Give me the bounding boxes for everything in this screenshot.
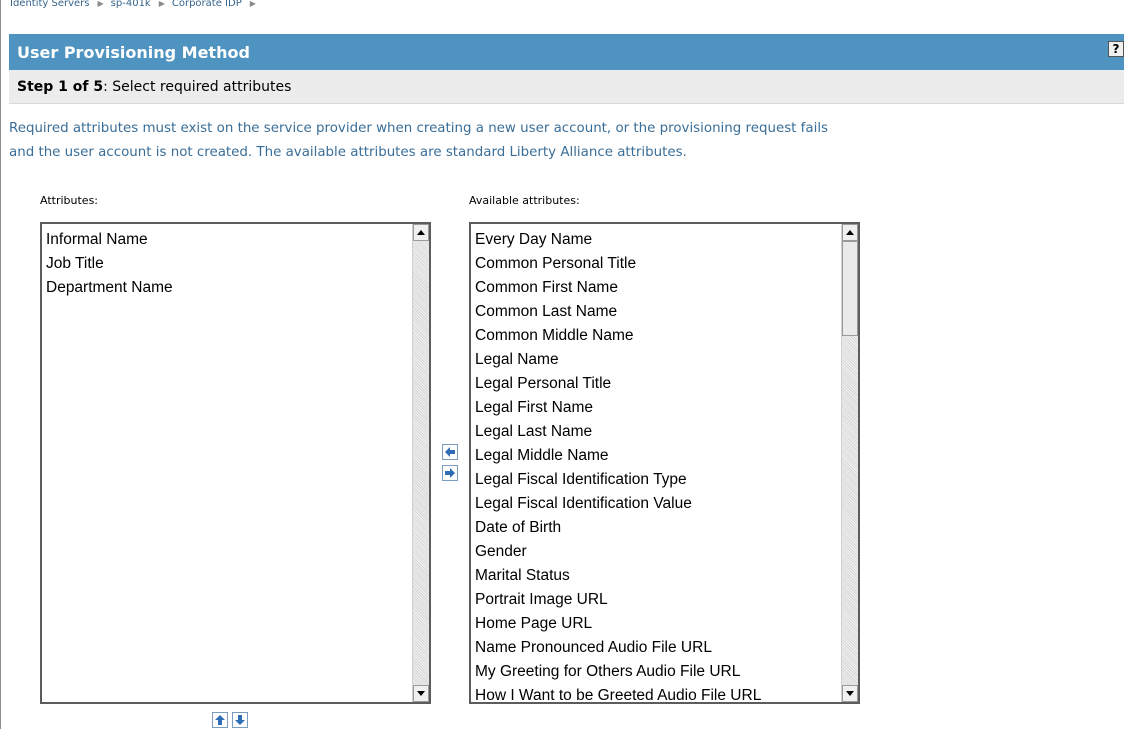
attribute-option[interactable]: Department Name — [46, 276, 429, 300]
available-attribute-option[interactable]: Date of Birth — [475, 516, 858, 540]
add-attribute-button[interactable] — [442, 444, 458, 460]
available-attribute-option[interactable]: Legal Name — [475, 348, 858, 372]
left-border — [0, 0, 1, 729]
arrow-down-icon — [235, 715, 245, 725]
arrow-left-icon — [445, 447, 455, 457]
attributes-label: Attributes: — [40, 194, 99, 207]
breadcrumb-item-corporate-idp[interactable]: Corporate IDP — [172, 0, 242, 9]
attributes-listbox[interactable]: Informal Name Job Title Department Name — [40, 222, 431, 704]
available-attribute-option[interactable]: How I Want to be Greeted Audio File URL — [475, 684, 858, 708]
help-button[interactable]: ? — [1108, 41, 1124, 57]
available-attributes-label: Available attributes: — [469, 194, 580, 207]
available-attribute-option[interactable]: Common Last Name — [475, 300, 858, 324]
step-number: Step 1 of 5 — [17, 78, 104, 95]
scroll-down-icon — [417, 691, 425, 696]
attribute-option[interactable]: Job Title — [46, 252, 429, 276]
available-attribute-option[interactable]: Every Day Name — [475, 228, 858, 252]
available-attribute-option[interactable]: Common Middle Name — [475, 324, 858, 348]
scroll-up-icon — [846, 230, 854, 235]
instructions-line-2: and the user account is not created. The… — [9, 145, 687, 160]
scroll-up-button[interactable] — [413, 224, 429, 241]
instructions-line-1: Required attributes must exist on the se… — [9, 121, 829, 136]
available-attribute-option[interactable]: Portrait Image URL — [475, 588, 858, 612]
move-up-button[interactable] — [212, 712, 228, 728]
breadcrumb-separator-icon: ▶ — [158, 0, 165, 8]
available-attribute-option[interactable]: Legal Fiscal Identification Type — [475, 468, 858, 492]
step-indicator: Step 1 of 5 : Select required attributes — [9, 70, 1124, 104]
available-attribute-option[interactable]: Legal Last Name — [475, 420, 858, 444]
arrow-right-icon — [445, 468, 455, 478]
available-attribute-option[interactable]: Common Personal Title — [475, 252, 858, 276]
scroll-down-icon — [846, 691, 854, 696]
attributes-list: Informal Name Job Title Department Name — [42, 224, 429, 300]
scroll-down-button[interactable] — [413, 685, 429, 702]
available-attribute-option[interactable]: Legal Fiscal Identification Value — [475, 492, 858, 516]
help-icon: ? — [1112, 42, 1120, 56]
available-attribute-option[interactable]: Marital Status — [475, 564, 858, 588]
available-attribute-option[interactable]: Gender — [475, 540, 858, 564]
scroll-down-button[interactable] — [842, 685, 858, 702]
instructions-text: Required attributes must exist on the se… — [9, 117, 1119, 165]
breadcrumb-item-identity-servers[interactable]: Identity Servers — [10, 0, 90, 9]
breadcrumb: Identity Servers ▶ sp-401k ▶ Corporate I… — [10, 0, 263, 10]
scroll-thumb[interactable] — [842, 241, 858, 336]
available-attributes-scrollbar[interactable] — [841, 224, 858, 702]
available-attributes-list: Every Day Name Common Personal Title Commo… — [471, 224, 858, 708]
arrow-up-icon — [215, 715, 225, 725]
step-description: : Select required attributes — [103, 78, 292, 95]
scroll-up-button[interactable] — [842, 224, 858, 241]
scroll-up-icon — [417, 230, 425, 235]
attributes-scrollbar[interactable] — [412, 224, 429, 702]
available-attribute-option[interactable]: Legal First Name — [475, 396, 858, 420]
available-attribute-option[interactable]: Legal Personal Title — [475, 372, 858, 396]
breadcrumb-separator-icon: ▶ — [249, 0, 256, 8]
available-attributes-listbox[interactable]: Every Day Name Common Personal Title Commo… — [469, 222, 860, 704]
remove-attribute-button[interactable] — [442, 465, 458, 481]
available-attribute-option[interactable]: Home Page URL — [475, 612, 858, 636]
available-attribute-option[interactable]: My Greeting for Others Audio File URL — [475, 660, 858, 684]
breadcrumb-separator-icon: ▶ — [97, 0, 104, 8]
breadcrumb-item-sp-401k[interactable]: sp-401k — [111, 0, 151, 9]
page-title: User Provisioning Method — [17, 42, 250, 62]
move-down-button[interactable] — [232, 712, 248, 728]
page-header: User Provisioning Method ? — [9, 34, 1124, 70]
attribute-option[interactable]: Informal Name — [46, 228, 429, 252]
available-attribute-option[interactable]: Name Pronounced Audio File URL — [475, 636, 858, 660]
available-attribute-option[interactable]: Common First Name — [475, 276, 858, 300]
available-attribute-option[interactable]: Legal Middle Name — [475, 444, 858, 468]
